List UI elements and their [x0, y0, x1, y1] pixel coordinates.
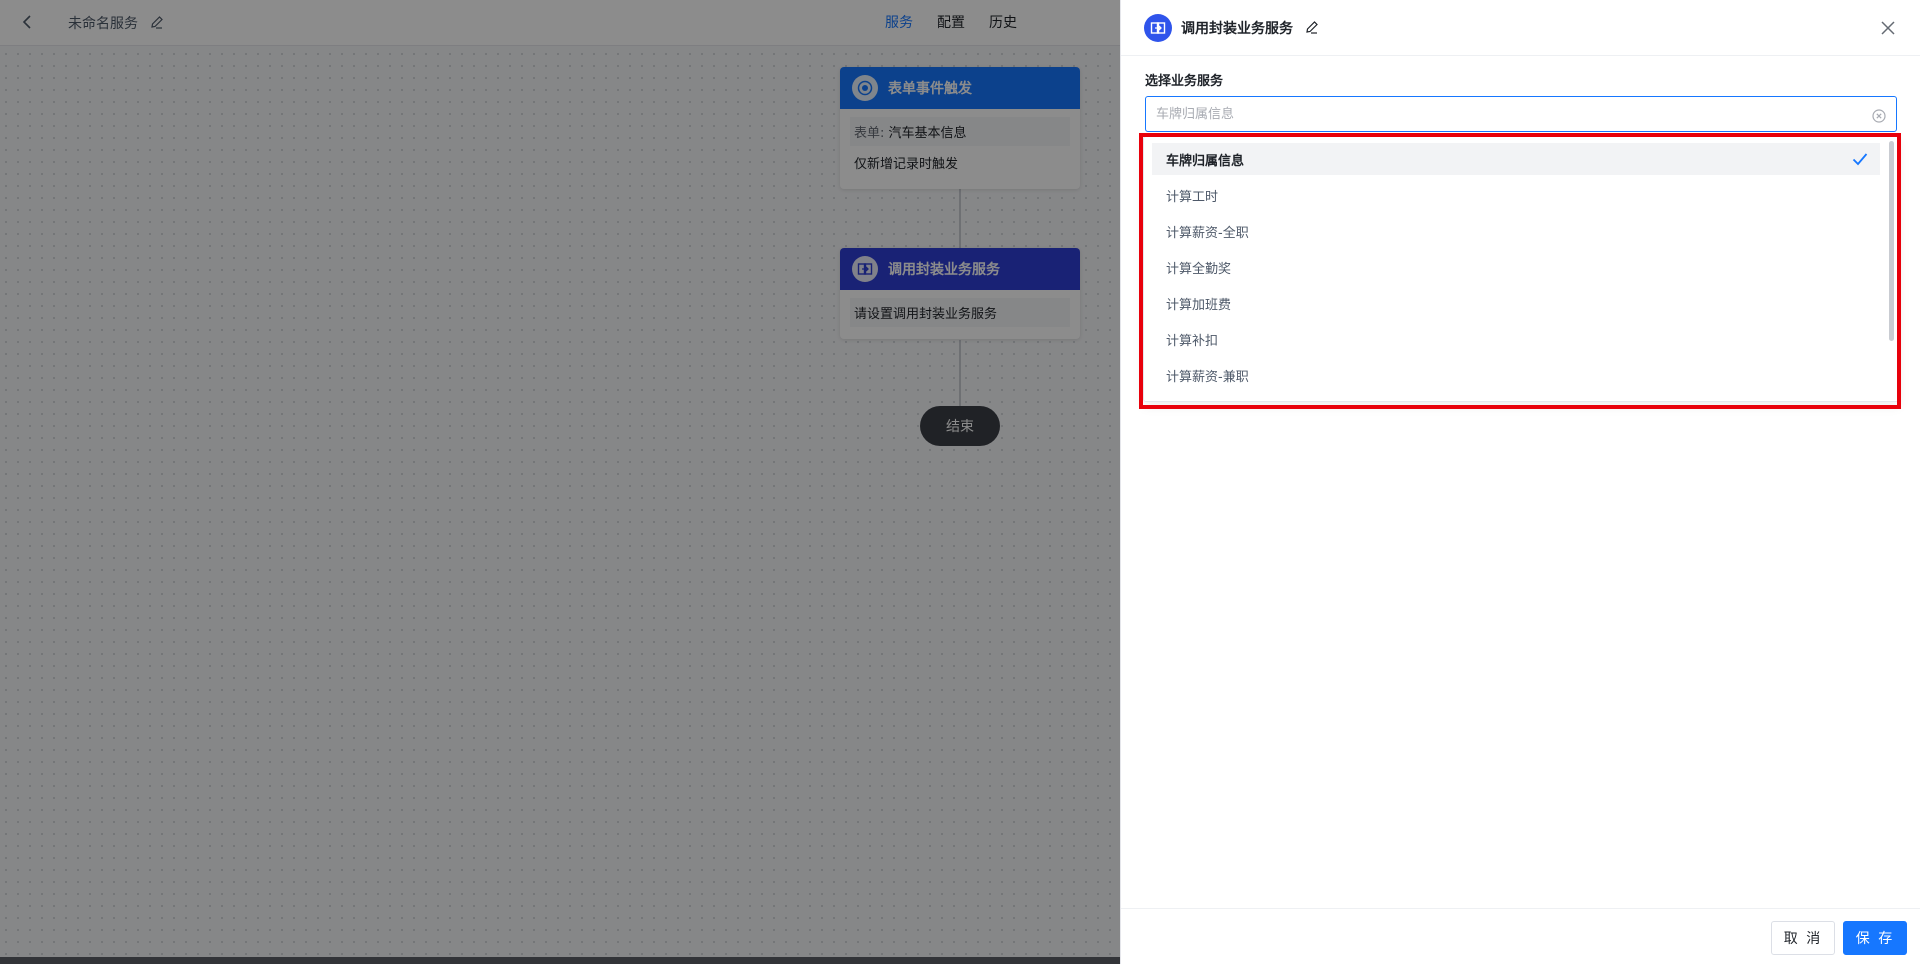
check-icon: [1852, 153, 1868, 166]
service-select-input[interactable]: [1154, 105, 1854, 123]
service-icon: [1144, 14, 1172, 42]
close-icon[interactable]: [1879, 19, 1897, 37]
option-label: 车牌归属信息: [1166, 153, 1245, 169]
edit-title-icon[interactable]: [1305, 19, 1321, 35]
dropdown-option[interactable]: 计算补扣: [1152, 323, 1880, 355]
dropdown-option[interactable]: 计算加班费: [1152, 287, 1880, 319]
service-select[interactable]: [1145, 96, 1897, 132]
service-dropdown: 车牌归属信息 计算工时 计算薪资-全职 计算全勤奖 计算加班费 计算补扣 计算薪…: [1143, 136, 1899, 402]
drawer-title: 调用封装业务服务: [1181, 21, 1293, 37]
dropdown-option[interactable]: 计算全勤奖: [1152, 251, 1880, 283]
clear-icon[interactable]: [1872, 108, 1886, 123]
dropdown-scrollbar[interactable]: [1889, 141, 1894, 341]
field-label: 选择业务服务: [1145, 74, 1224, 89]
drawer-footer: 取 消 保 存: [1121, 908, 1920, 964]
config-drawer: 调用封装业务服务 选择业务服务 车牌归属信息 车牌归属信息 计算工时 计算薪资-…: [1120, 0, 1920, 964]
cancel-button[interactable]: 取 消: [1771, 921, 1835, 955]
dropdown-option[interactable]: 计算薪资-全职: [1152, 215, 1880, 247]
dropdown-option[interactable]: 计算薪资-兼职: [1152, 359, 1880, 391]
drawer-header: 调用封装业务服务: [1121, 0, 1920, 56]
modal-backdrop[interactable]: [0, 0, 1120, 964]
save-button[interactable]: 保 存: [1843, 921, 1907, 955]
dropdown-option[interactable]: 车牌归属信息: [1152, 143, 1880, 175]
dropdown-option[interactable]: 计算工时: [1152, 179, 1880, 211]
